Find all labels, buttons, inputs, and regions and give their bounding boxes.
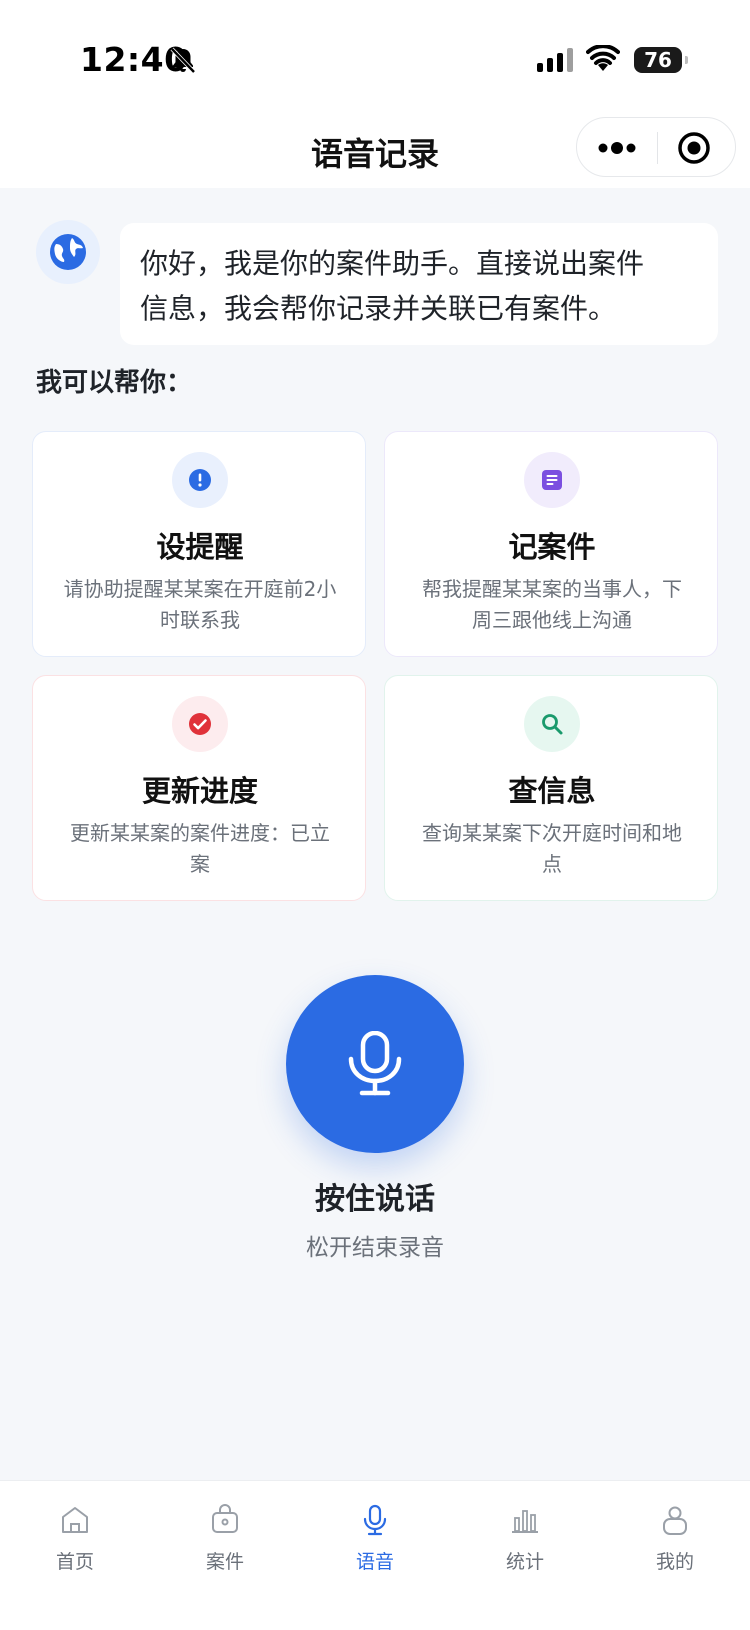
signal-icon	[537, 48, 573, 72]
tab-label: 首页	[55, 1551, 94, 1573]
microphone-icon	[348, 1031, 402, 1096]
card-description: 请协助提醒某某案在开庭前2小 时联系我	[47, 574, 353, 636]
card-description: 查询某某案下次开庭时间和地 点	[399, 818, 705, 880]
release-hint: 松开结束录音	[306, 1235, 444, 1261]
close-target-icon[interactable]	[676, 130, 712, 166]
card-description: 更新某某案的案件进度：已立 案	[47, 818, 353, 880]
assistant-avatar	[36, 220, 100, 284]
tab-profile[interactable]: 我的	[600, 1495, 750, 1575]
card-icon-wrapper	[172, 452, 228, 508]
check-icon	[189, 713, 211, 735]
card-icon-wrapper	[524, 452, 580, 508]
card-title: 查信息	[508, 774, 596, 808]
suggestion-card-reminder[interactable]: 设提醒 请协助提醒某某案在开庭前2小 时联系我	[32, 431, 366, 657]
tab-label: 我的	[655, 1551, 694, 1573]
card-description-line2: 时联系我	[160, 608, 240, 632]
section-heading: 我可以帮你：	[36, 368, 193, 398]
alert-icon	[189, 469, 211, 491]
card-description: 帮我提醒某某案的当事人，下 周三跟他线上沟通	[399, 574, 705, 636]
hold-to-talk-button[interactable]	[286, 975, 464, 1153]
microphone-icon	[363, 1504, 387, 1536]
tab-stats[interactable]: 统计	[450, 1495, 600, 1575]
globe-icon	[50, 234, 86, 270]
user-icon	[663, 1506, 687, 1535]
card-icon-wrapper	[524, 696, 580, 752]
bell-muted-icon	[170, 47, 196, 74]
navigation-bar: 语音记录	[0, 115, 750, 188]
battery-indicator: 76	[634, 47, 688, 73]
card-description-line1: 查询某某案下次开庭时间和地	[422, 821, 682, 845]
tab-label: 语音	[355, 1551, 394, 1573]
card-title: 设提醒	[156, 530, 244, 564]
assistant-message: 你好，我是你的案件助手。直接说出案件 信息，我会帮你记录并关联已有案件。	[120, 223, 718, 345]
tab-cases[interactable]: 案件	[150, 1495, 300, 1575]
card-description-line2: 案	[190, 852, 210, 876]
bottom-tab-bar: 首页 案件 语音 统计 我的	[0, 1480, 750, 1630]
suggestion-card-query-info[interactable]: 查信息 查询某某案下次开庭时间和地 点	[384, 675, 718, 901]
wifi-icon	[586, 45, 620, 71]
tab-label: 统计	[505, 1551, 544, 1573]
capsule-divider	[657, 132, 658, 164]
card-description-line2: 周三跟他线上沟通	[472, 608, 632, 632]
card-title: 记案件	[508, 530, 596, 564]
card-title: 更新进度	[141, 774, 258, 808]
card-description-line1: 帮我提醒某某案的当事人，下	[422, 577, 682, 601]
miniprogram-capsule	[576, 117, 736, 177]
suggestion-card-record-case[interactable]: 记案件 帮我提醒某某案的当事人，下 周三跟他线上沟通	[384, 431, 718, 657]
bar-chart-icon	[512, 1510, 538, 1533]
tab-label: 案件	[205, 1551, 244, 1573]
home-icon	[62, 1507, 88, 1533]
search-icon	[542, 714, 563, 735]
hold-to-talk-label: 按住说话	[315, 1182, 435, 1217]
suggestion-card-update-progress[interactable]: 更新进度 更新某某案的案件进度：已立 案	[32, 675, 366, 901]
tab-home[interactable]: 首页	[0, 1495, 150, 1575]
assistant-message-line2: 信息，我会帮你记录并关联已有案件。	[140, 292, 617, 325]
document-icon	[542, 470, 562, 490]
assistant-message-line1: 你好，我是你的案件助手。直接说出案件	[140, 247, 645, 280]
card-description-line2: 点	[542, 852, 562, 876]
tab-voice[interactable]: 语音	[300, 1495, 450, 1575]
card-description-line1: 更新某某案的案件进度：已立	[70, 821, 330, 845]
briefcase-icon	[212, 1504, 238, 1533]
card-description-line1: 请协助提醒某某案在开庭前2小	[63, 577, 337, 601]
status-bar: 12:40 76	[0, 0, 750, 115]
more-icon[interactable]	[597, 138, 637, 158]
card-icon-wrapper	[172, 696, 228, 752]
